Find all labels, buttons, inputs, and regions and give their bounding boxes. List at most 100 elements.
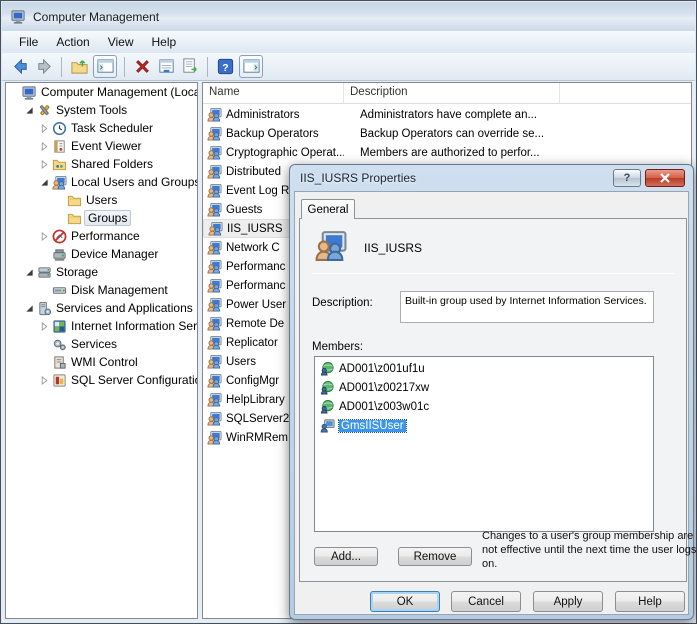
show-action-pane-icon[interactable]: [239, 55, 263, 78]
tree-item-groups[interactable]: Groups: [6, 209, 197, 227]
list-row-backup-operators[interactable]: Backup Operators Backup Operators can ove…: [203, 124, 691, 143]
collapsed-arrow-icon[interactable]: [38, 374, 51, 386]
close-icon[interactable]: [645, 169, 685, 187]
list-row-administrators[interactable]: AdministratorsAdministrators have comple…: [203, 105, 691, 124]
member-name: AD001\z003w01c: [339, 401, 429, 413]
members-listbox[interactable]: AD001\z001uf1uAD001\z00217xw AD001\z003w0…: [314, 356, 654, 532]
column-header-name[interactable]: Name: [203, 83, 344, 104]
collapsed-arrow-icon[interactable]: [38, 140, 51, 152]
tree-item-services-and-applications[interactable]: Services and Applications: [6, 299, 197, 317]
expanded-arrow-icon[interactable]: [38, 176, 51, 188]
apply-button[interactable]: Apply: [533, 591, 603, 612]
tree-item-system-tools[interactable]: System Tools: [6, 101, 197, 119]
toolbar-separator: [124, 57, 125, 77]
help-icon[interactable]: ?: [213, 55, 237, 78]
group-name: IIS_IUSRS: [364, 241, 422, 255]
group-icon: [206, 107, 223, 122]
description-field[interactable]: Built-in group used by Internet Informat…: [400, 291, 654, 323]
group-icon: [206, 335, 223, 350]
column-header-empty: [560, 83, 691, 104]
group-name-text: IIS_IUSRS: [227, 223, 283, 235]
tree-item-local-users-and-groups[interactable]: Local Users and Groups: [6, 173, 197, 191]
properties-icon[interactable]: [154, 55, 178, 78]
tab-general[interactable]: General: [301, 199, 355, 219]
group-icon: [206, 259, 223, 274]
tree-item-task-scheduler[interactable]: Task Scheduler: [6, 119, 197, 137]
forward-icon[interactable]: [32, 55, 56, 78]
collapsed-arrow-icon[interactable]: [38, 320, 51, 332]
member-row-ad001-z003w01c[interactable]: AD001\z003w01c: [315, 397, 653, 416]
column-header-description[interactable]: Description: [344, 83, 560, 104]
expanded-arrow-icon[interactable]: [23, 266, 36, 278]
console-tree-pane[interactable]: Computer Management (LocalSystem ToolsTa…: [5, 82, 198, 619]
collapsed-arrow-icon[interactable]: [38, 122, 51, 134]
ok-button[interactable]: OK: [370, 591, 440, 612]
tree-item-storage[interactable]: Storage: [6, 263, 197, 281]
no-arrow: [38, 338, 51, 350]
svg-text:?: ?: [222, 63, 228, 74]
tree-item-label: Disk Management: [71, 283, 168, 297]
back-icon[interactable]: [8, 55, 32, 78]
tree-item-event-viewer[interactable]: Event Viewer: [6, 137, 197, 155]
group-icon: [206, 392, 223, 407]
list-row-cryptographic-operat[interactable]: Cryptographic Operat...Members are autho…: [203, 143, 691, 162]
tree-item-label: Services: [71, 337, 117, 351]
tree-item-device-manager[interactable]: Device Manager: [6, 245, 197, 263]
menu-action[interactable]: Action: [47, 32, 98, 52]
tree-item-internet-information-ser[interactable]: Internet Information Ser: [6, 317, 197, 335]
up-level-icon[interactable]: [67, 55, 91, 78]
toolbar: ?: [2, 53, 695, 81]
help-button[interactable]: Help: [615, 591, 685, 612]
member-row-ad001-z00217xw[interactable]: AD001\z00217xw: [315, 378, 653, 397]
group-icon: [206, 240, 223, 255]
member-row-gmsiisuser[interactable]: GmsIISUser: [315, 416, 653, 435]
group-name-text: Users: [226, 356, 256, 368]
group-name-text: Backup Operators: [226, 128, 319, 140]
device-manager-icon: [51, 247, 68, 262]
list-row-name: Cryptographic Operat...: [203, 143, 344, 162]
tree-item-label: Device Manager: [71, 247, 158, 261]
tree-item-users[interactable]: Users: [6, 191, 197, 209]
server-gear-icon: [36, 301, 53, 316]
menu-file[interactable]: File: [10, 32, 47, 52]
show-console-tree-icon[interactable]: [93, 55, 117, 78]
no-arrow: [8, 86, 21, 98]
description-label: Description:: [312, 297, 373, 309]
menu-view[interactable]: View: [99, 32, 143, 52]
tree-item-label: WMI Control: [71, 355, 138, 369]
delete-icon[interactable]: [130, 55, 154, 78]
tree-item-services[interactable]: Services: [6, 335, 197, 353]
iis-icon: [51, 319, 68, 334]
export-list-icon[interactable]: [178, 55, 202, 78]
dialog-client-area: General IIS_IUSRS Description: Built-in …: [294, 191, 689, 615]
group-name-text: Guests: [226, 204, 262, 216]
group-icon: [206, 354, 223, 369]
collapsed-arrow-icon[interactable]: [38, 158, 51, 170]
title-bar[interactable]: Computer Management: [2, 2, 695, 31]
group-name-text: Distributed: [226, 166, 281, 178]
group-name-text: ConfigMgr: [226, 375, 279, 387]
expanded-arrow-icon[interactable]: [23, 302, 36, 314]
dialog-title: IIS_IUSRS Properties: [300, 171, 416, 185]
tree-item-disk-management[interactable]: Disk Management: [6, 281, 197, 299]
tree-item-computer-management-local[interactable]: Computer Management (Local: [6, 83, 197, 101]
expanded-arrow-icon[interactable]: [23, 104, 36, 116]
computer-management-window: Computer Management FileActionViewHelp ?…: [0, 0, 697, 624]
tree-item-shared-folders[interactable]: Shared Folders: [6, 155, 197, 173]
member-row-ad001-z001uf1u[interactable]: AD001\z001uf1u: [315, 359, 653, 378]
tree-item-sql-server-configuratio[interactable]: SQL Server Configuratio: [6, 371, 197, 389]
help-caption-icon[interactable]: ?: [613, 169, 641, 187]
tree-item-performance[interactable]: Performance: [6, 227, 197, 245]
cancel-button[interactable]: Cancel: [451, 591, 521, 612]
group-icon: [206, 373, 223, 388]
computer-icon: [21, 85, 38, 100]
menu-help[interactable]: Help: [143, 32, 186, 52]
tree-item-wmi-control[interactable]: WMI Control: [6, 353, 197, 371]
tree-item-label: Event Viewer: [71, 139, 141, 153]
folder-icon: [66, 211, 83, 226]
collapsed-arrow-icon[interactable]: [38, 230, 51, 242]
add-button[interactable]: Add...: [314, 547, 378, 566]
group-icon: [206, 126, 223, 141]
remove-button[interactable]: Remove: [398, 547, 472, 566]
list-row-description: Backup Operators can override se...: [344, 128, 560, 140]
